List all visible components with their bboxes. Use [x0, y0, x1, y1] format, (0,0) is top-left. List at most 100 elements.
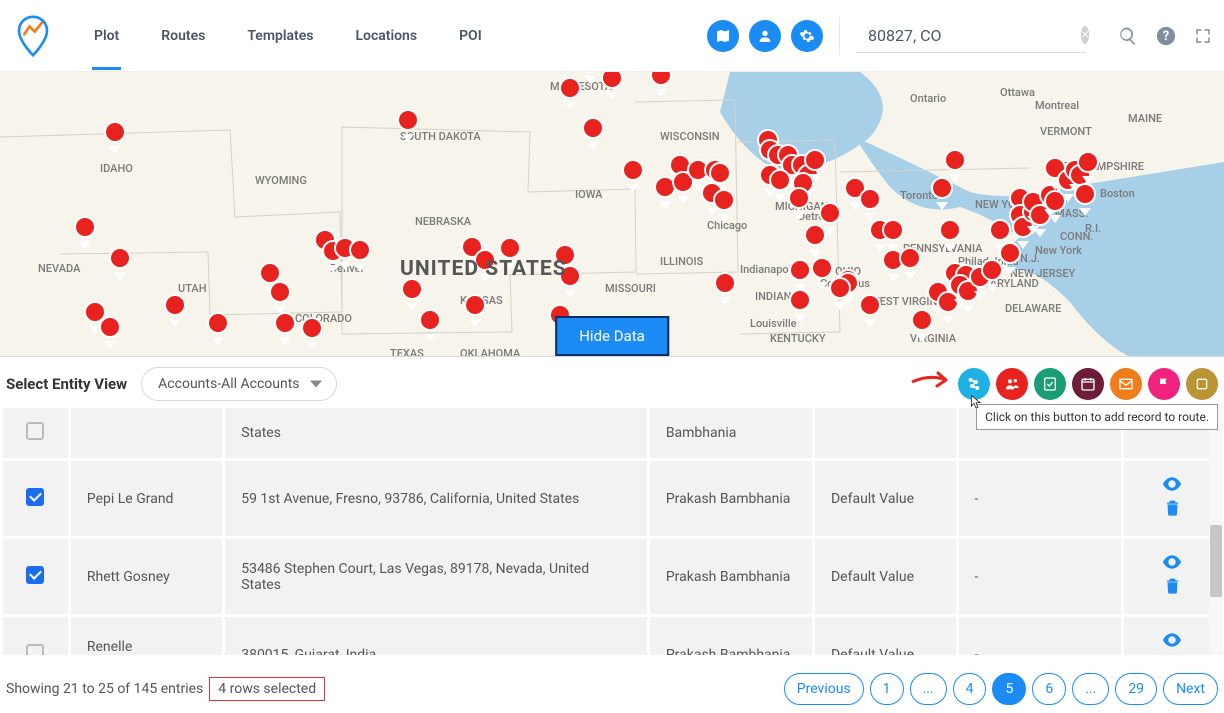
- row-checkbox[interactable]: [26, 488, 44, 506]
- bulk-action-row: Click on this button to add record to ro…: [958, 368, 1218, 400]
- map-label: Ottawa: [1000, 86, 1035, 99]
- cell-name: Renelle Kaaskooper: [71, 617, 222, 655]
- map-marker[interactable]: [944, 149, 966, 177]
- map-marker[interactable]: [819, 202, 841, 230]
- map-marker[interactable]: [274, 312, 296, 340]
- map-marker[interactable]: [207, 312, 229, 340]
- cell-value: Default Value: [815, 461, 956, 536]
- map-marker[interactable]: [164, 294, 186, 322]
- map-marker[interactable]: [882, 219, 904, 247]
- nav-locations[interactable]: Locations: [355, 2, 417, 70]
- cell-owner: Bambhania: [650, 408, 812, 458]
- map-label: Louisville: [750, 317, 797, 330]
- task-action-button[interactable]: [1034, 368, 1066, 400]
- map-marker[interactable]: [74, 216, 96, 244]
- map-marker[interactable]: [789, 289, 811, 317]
- email-action-button[interactable]: [1110, 368, 1142, 400]
- clear-search-button[interactable]: ✕: [1081, 26, 1089, 44]
- map-marker[interactable]: [401, 278, 423, 306]
- map-canvas[interactable]: IDAHOWYOMINGNEVADAUTAHCOLORADONEBRASKASO…: [0, 72, 1224, 357]
- map-type-button[interactable]: [707, 20, 739, 52]
- map-marker[interactable]: [104, 121, 126, 149]
- map-marker[interactable]: [397, 109, 419, 137]
- entity-view-dropdown[interactable]: Accounts-All Accounts: [141, 367, 336, 401]
- map-marker[interactable]: [829, 277, 851, 305]
- row-checkbox[interactable]: [26, 566, 44, 584]
- page-...[interactable]: ...: [1072, 673, 1109, 705]
- map-marker[interactable]: [349, 239, 371, 267]
- table-row: Renelle Kaaskooper380015, Gujarat, India…: [3, 617, 1221, 655]
- page-4[interactable]: 4: [953, 673, 987, 705]
- cell-owner: Prakash Bambhania: [650, 617, 812, 655]
- page-Previous[interactable]: Previous: [784, 673, 864, 705]
- map-label: NEVADA: [38, 262, 80, 275]
- delete-icon[interactable]: [1163, 584, 1182, 600]
- map-marker[interactable]: [713, 189, 735, 217]
- page-Next[interactable]: Next: [1163, 673, 1218, 705]
- view-icon[interactable]: [1161, 481, 1183, 497]
- map-marker[interactable]: [99, 316, 121, 344]
- map-marker[interactable]: [601, 72, 623, 95]
- map-marker[interactable]: [622, 159, 644, 187]
- map-marker[interactable]: [859, 294, 881, 322]
- row-checkbox[interactable]: [26, 644, 44, 656]
- page-1[interactable]: 1: [870, 673, 904, 705]
- page-5[interactable]: 5: [992, 673, 1026, 705]
- page-29[interactable]: 29: [1115, 673, 1157, 705]
- map-marker[interactable]: [419, 309, 441, 337]
- map-marker[interactable]: [579, 72, 601, 79]
- map-marker[interactable]: [911, 309, 933, 337]
- map-label: IOWA: [575, 188, 602, 201]
- map-marker[interactable]: [301, 317, 323, 345]
- fullscreen-icon[interactable]: [1194, 27, 1212, 45]
- map-marker[interactable]: [1074, 183, 1096, 211]
- map-marker[interactable]: [714, 272, 736, 300]
- entries-summary: Showing 21 to 25 of 145 entries: [6, 681, 203, 697]
- map-label: IDAHO: [100, 162, 133, 175]
- map-marker[interactable]: [788, 187, 810, 215]
- scrollbar-thumb[interactable]: [1210, 525, 1222, 597]
- map-marker[interactable]: [464, 294, 486, 322]
- map-marker[interactable]: [899, 247, 921, 275]
- help-icon[interactable]: ?: [1156, 26, 1176, 46]
- map-marker[interactable]: [559, 77, 581, 105]
- cell-value: [815, 408, 956, 458]
- appointment-action-button[interactable]: [1072, 368, 1104, 400]
- nav-plot[interactable]: Plot: [94, 2, 119, 70]
- route-action-button[interactable]: [958, 368, 990, 400]
- page-...[interactable]: ...: [910, 673, 947, 705]
- settings-button[interactable]: [791, 20, 823, 52]
- map-marker[interactable]: [650, 72, 672, 92]
- arrow-hint-icon: [910, 370, 954, 394]
- nav-poi[interactable]: POI: [459, 2, 482, 70]
- view-icon[interactable]: [1161, 559, 1183, 575]
- map-marker[interactable]: [789, 259, 811, 287]
- flag-action-button[interactable]: [1148, 368, 1180, 400]
- assign-action-button[interactable]: [996, 368, 1028, 400]
- search-input[interactable]: [868, 26, 1071, 45]
- map-marker[interactable]: [109, 247, 131, 275]
- table-row: Pepi Le Grand59 1st Avenue, Fresno, 9378…: [3, 461, 1221, 536]
- action-tooltip: Click on this button to add record to ro…: [976, 404, 1218, 430]
- search-icon[interactable]: [1118, 26, 1138, 46]
- map-marker[interactable]: [582, 117, 604, 145]
- map-marker[interactable]: [939, 219, 961, 247]
- more-action-button[interactable]: [1186, 368, 1218, 400]
- page-6[interactable]: 6: [1032, 673, 1066, 705]
- location-search[interactable]: ✕: [856, 18, 1086, 53]
- pagination: Previous1...456...29Next: [784, 673, 1218, 705]
- delete-icon[interactable]: [1163, 506, 1182, 522]
- nav-routes[interactable]: Routes: [161, 2, 205, 70]
- people-button[interactable]: [749, 20, 781, 52]
- hide-data-button[interactable]: Hide Data: [555, 316, 669, 356]
- row-checkbox[interactable]: [26, 422, 44, 440]
- map-marker[interactable]: [269, 281, 291, 309]
- map-marker[interactable]: [859, 188, 881, 216]
- map-marker[interactable]: [1077, 151, 1099, 179]
- nav-templates[interactable]: Templates: [247, 2, 313, 70]
- cell-name: [71, 408, 222, 458]
- cell-address: 380015, Gujarat, India: [225, 617, 647, 655]
- scrollbar-track[interactable]: [1209, 405, 1223, 655]
- main-nav: Plot Routes Templates Locations POI: [94, 2, 482, 70]
- view-icon[interactable]: [1161, 637, 1183, 653]
